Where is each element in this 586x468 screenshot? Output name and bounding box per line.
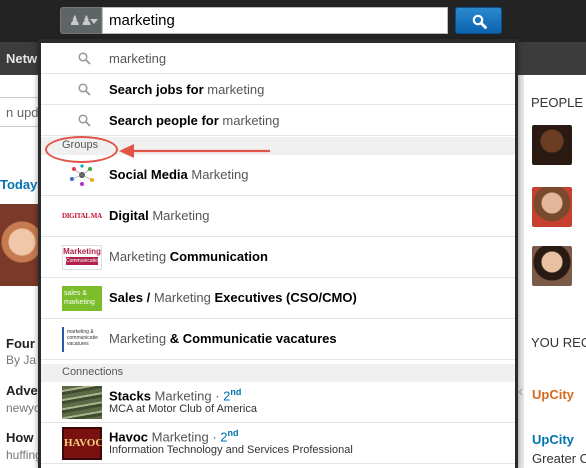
feed-byline: By Ja (6, 353, 37, 367)
logo-text: marketing (64, 299, 95, 306)
group-result[interactable]: DIGITAL MARKETING Digital Marketing (41, 196, 515, 237)
group-result[interactable]: sales & marketing Sales / Marketing Exec… (41, 278, 515, 319)
search-icon (78, 52, 91, 65)
person-photo[interactable] (532, 187, 572, 227)
havoc-logo: HAVOC (62, 427, 103, 460)
suggestions-list: marketing Search jobs for marketing Sear… (41, 43, 515, 468)
suggestion-text: Search jobs for marketing (109, 82, 265, 97)
feed-title[interactable]: How (6, 430, 40, 445)
company-name[interactable]: UpCity (532, 432, 574, 447)
suggestion-item[interactable]: marketing (41, 43, 515, 74)
logo-text: Marketing (63, 247, 101, 256)
logo-text: Communication (66, 257, 101, 265)
connection-title: Havoc Marketing · 2nd (109, 428, 239, 445)
logo-text: sales & (64, 290, 87, 297)
you-recommend-title: YOU REC (531, 335, 586, 350)
group-name: Marketing Communication (109, 249, 268, 264)
nav-item-network[interactable]: Netw (6, 51, 37, 66)
sales-marketing-logo: sales & marketing (62, 286, 102, 311)
connection-result[interactable]: Stacks Marketing · 2nd MCA at Motor Club… (41, 382, 515, 423)
money-stack-photo (62, 386, 102, 419)
suggestion-text: Search people for marketing (109, 113, 280, 128)
digital-marketing-logo: DIGITAL MARKETING (62, 212, 102, 220)
share-update-box[interactable]: n upda (0, 97, 40, 127)
section-header-connections: Connections (41, 364, 515, 382)
feed-avatar[interactable] (0, 204, 40, 286)
social-media-logo (70, 164, 94, 186)
people-title: PEOPLE (531, 95, 584, 110)
search-suggestions-dropdown: marketing Search jobs for marketing Sear… (38, 39, 518, 468)
marketing-communication-logo: Marketing Communication (62, 245, 102, 270)
feed-source: newyo (6, 401, 40, 415)
feed-title[interactable]: Adve (6, 383, 40, 398)
person-photo[interactable] (532, 125, 572, 165)
search-icon (78, 83, 91, 96)
feed-title[interactable]: Four (6, 336, 40, 351)
connection-subtitle: Information Technology and Services Prof… (109, 444, 353, 456)
search-icon (472, 14, 487, 29)
chevron-left-icon[interactable]: ‹ (518, 383, 523, 401)
suggestion-search-people[interactable]: Search people for marketing (41, 105, 515, 136)
group-name: Marketing & Communicatie vacatures (109, 331, 337, 346)
annotation-ellipse (45, 136, 118, 163)
annotation-arrow-icon (119, 144, 270, 158)
search-icon (78, 114, 91, 127)
company-location: Greater C (532, 451, 586, 466)
marketing-communicatie-logo: marketing & communicatie vacatures (62, 327, 102, 352)
group-name: Social Media Marketing (109, 167, 249, 182)
search-type-dropdown[interactable]: ♟♟ (60, 7, 102, 34)
group-result[interactable]: marketing & communicatie vacatures Marke… (41, 319, 515, 360)
today-header: Today r (0, 177, 40, 192)
feed-source: huffing (6, 448, 40, 462)
person-photo[interactable] (532, 246, 572, 286)
chevron-down-icon (90, 19, 98, 24)
people-icon: ♟♟ (69, 13, 93, 28)
connection-subtitle: MCA at Motor Club of America (109, 403, 257, 415)
search-button[interactable] (455, 7, 502, 34)
today-label: Today (0, 177, 38, 192)
search-input[interactable] (102, 7, 448, 34)
group-result[interactable]: Social Media Marketing (41, 155, 515, 196)
group-name: Digital Marketing (109, 208, 210, 223)
group-result[interactable]: Marketing Communication Marketing Commun… (41, 237, 515, 278)
connection-title: Stacks Marketing · 2nd (109, 387, 242, 404)
suggestion-search-jobs[interactable]: Search jobs for marketing (41, 74, 515, 105)
connection-result[interactable]: HAVOC Havoc Marketing · 2nd Information … (41, 423, 515, 464)
suggestion-text: marketing (109, 51, 167, 66)
upcity-logo[interactable]: UpCity (532, 375, 586, 413)
group-name: Sales / Marketing Executives (CSO/CMO) (109, 290, 357, 305)
